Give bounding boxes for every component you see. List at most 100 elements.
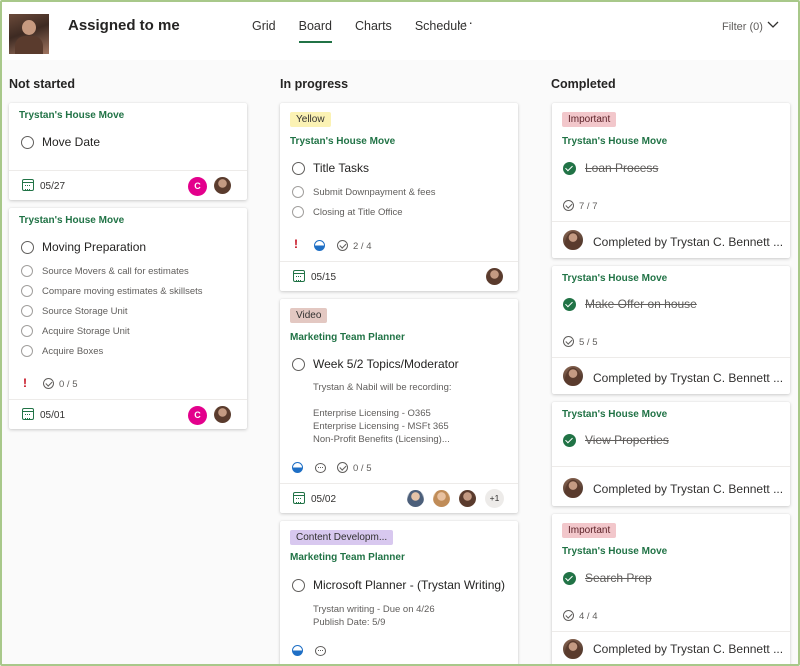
task-notes-line: Trystan & Nabil will be recording: [313, 382, 452, 393]
assignee-avatar[interactable] [432, 489, 451, 508]
column-title-in-progress: In progress [280, 77, 349, 91]
tab-charts[interactable]: Charts [355, 19, 392, 43]
more-assignees-badge[interactable]: +1 [485, 489, 504, 508]
checklist-item-checkbox[interactable] [292, 186, 304, 198]
card-divider [9, 170, 247, 171]
completed-by-avatar[interactable] [562, 229, 584, 251]
checklist-count: 4 / 4 [579, 611, 598, 622]
calendar-icon [22, 408, 34, 420]
task-card-microsoft-planner[interactable]: Content Developm... Marketing Team Plann… [280, 521, 518, 664]
checklist-count: 7 / 7 [579, 201, 598, 212]
completed-by-avatar[interactable] [562, 477, 584, 499]
plan-name: Trystan's House Move [562, 136, 668, 147]
checklist-icon [563, 200, 574, 211]
checklist-item-checkbox[interactable] [292, 206, 304, 218]
completed-by-avatar[interactable] [562, 365, 584, 387]
completed-by-text: Completed by Trystan C. Bennett ... [593, 482, 784, 496]
task-notes-line: Enterprise Licensing - O365 [313, 408, 431, 419]
complete-task-checkbox[interactable] [292, 162, 305, 175]
card-divider [9, 399, 247, 400]
complete-task-checkbox[interactable] [292, 358, 305, 371]
in-progress-icon [292, 645, 303, 656]
label-video: Video [290, 308, 328, 323]
assignee-avatar[interactable] [485, 267, 504, 286]
header-bar: Assigned to me Grid Board Charts Schedul… [2, 2, 798, 60]
checklist-item: Closing at Title Office [313, 207, 403, 218]
card-divider [280, 483, 518, 484]
task-title: Microsoft Planner - (Trystan Writing) [313, 578, 506, 592]
plan-name: Marketing Team Planner [290, 332, 405, 343]
complete-task-checkbox[interactable] [21, 241, 34, 254]
task-card-view-properties[interactable]: Trystan's House Move View Properties Com… [552, 402, 790, 506]
calendar-icon [293, 270, 305, 282]
checklist-icon [337, 462, 348, 473]
task-notes-line: Non-Profit Benefits (Licensing)... [313, 434, 450, 445]
plan-name: Trystan's House Move [562, 273, 668, 284]
task-card-move-date[interactable]: Trystan's House Move Move Date 05/27 C [9, 103, 247, 200]
assignee-avatar[interactable] [213, 405, 232, 424]
completed-check-icon[interactable] [563, 434, 576, 447]
in-progress-icon [292, 462, 303, 473]
plan-name: Trystan's House Move [290, 136, 396, 147]
task-title: Moving Preparation [42, 240, 147, 254]
assignee-avatar[interactable] [213, 176, 232, 195]
completed-by-text: Completed by Trystan C. Bennett ... [593, 235, 784, 249]
assignee-initial-avatar[interactable]: C [188, 406, 207, 425]
label-content-development: Content Developm... [290, 530, 394, 545]
checklist-item-checkbox[interactable] [21, 305, 33, 317]
plan-name: Trystan's House Move [19, 215, 125, 226]
task-title: Search Prep [585, 571, 652, 585]
assignee-initial-avatar[interactable]: C [188, 177, 207, 196]
calendar-icon [293, 492, 305, 504]
complete-task-checkbox[interactable] [21, 136, 34, 149]
due-date: 05/01 [40, 410, 66, 421]
assignee-avatar[interactable] [406, 489, 425, 508]
task-card-week-topics[interactable]: Video Marketing Team Planner Week 5/2 To… [280, 299, 518, 513]
view-tabs: Grid Board Charts Schedule [252, 19, 490, 43]
checklist-item-checkbox[interactable] [21, 325, 33, 337]
checklist-icon [43, 378, 54, 389]
urgent-priority-icon: ! [294, 237, 298, 251]
page-title: Assigned to me [68, 17, 180, 34]
comment-icon [315, 463, 326, 473]
completed-by-avatar[interactable] [562, 638, 584, 660]
comment-icon [315, 646, 326, 656]
more-options-button[interactable]: ··· [457, 14, 474, 30]
checklist-item-checkbox[interactable] [21, 345, 33, 357]
user-avatar[interactable] [9, 14, 49, 54]
filter-button[interactable]: Filter (0) [722, 21, 763, 33]
checklist-count: 0 / 5 [59, 379, 78, 390]
card-divider [280, 261, 518, 262]
board-frame: Assigned to me Grid Board Charts Schedul… [0, 0, 800, 666]
checklist-count: 5 / 5 [579, 337, 598, 348]
checklist-item-checkbox[interactable] [21, 265, 33, 277]
chevron-down-icon[interactable] [767, 20, 779, 30]
completed-check-icon[interactable] [563, 298, 576, 311]
checklist-item: Source Storage Unit [42, 306, 128, 317]
checklist-item: Compare moving estimates & skillsets [42, 286, 203, 297]
completed-check-icon[interactable] [563, 572, 576, 585]
task-card-title-tasks[interactable]: Yellow Trystan's House Move Title Tasks … [280, 103, 518, 291]
checklist-item: Submit Downpayment & fees [313, 187, 436, 198]
checklist-item-checkbox[interactable] [21, 285, 33, 297]
label-yellow: Yellow [290, 112, 331, 127]
task-notes-line: Enterprise Licensing - MSFt 365 [313, 421, 449, 432]
due-date: 05/02 [311, 494, 337, 505]
tab-board[interactable]: Board [298, 19, 333, 43]
task-card-search-prep[interactable]: Important Trystan's House Move Search Pr… [552, 514, 790, 664]
calendar-icon [22, 179, 34, 191]
task-card-make-offer[interactable]: Trystan's House Move Make Offer on house… [552, 266, 790, 394]
checklist-icon [563, 610, 574, 621]
completed-check-icon[interactable] [563, 162, 576, 175]
checklist-item: Acquire Storage Unit [42, 326, 130, 337]
task-card-moving-preparation[interactable]: Trystan's House Move Moving Preparation … [9, 208, 247, 429]
checklist-item: Source Movers & call for estimates [42, 266, 189, 277]
plan-name: Trystan's House Move [562, 409, 668, 420]
label-important: Important [562, 112, 617, 127]
task-title: View Properties [585, 433, 669, 447]
complete-task-checkbox[interactable] [292, 579, 305, 592]
assignee-avatar[interactable] [458, 489, 477, 508]
task-card-loan-process[interactable]: Important Trystan's House Move Loan Proc… [552, 103, 790, 258]
tab-grid[interactable]: Grid [252, 19, 276, 43]
card-divider [552, 631, 790, 632]
